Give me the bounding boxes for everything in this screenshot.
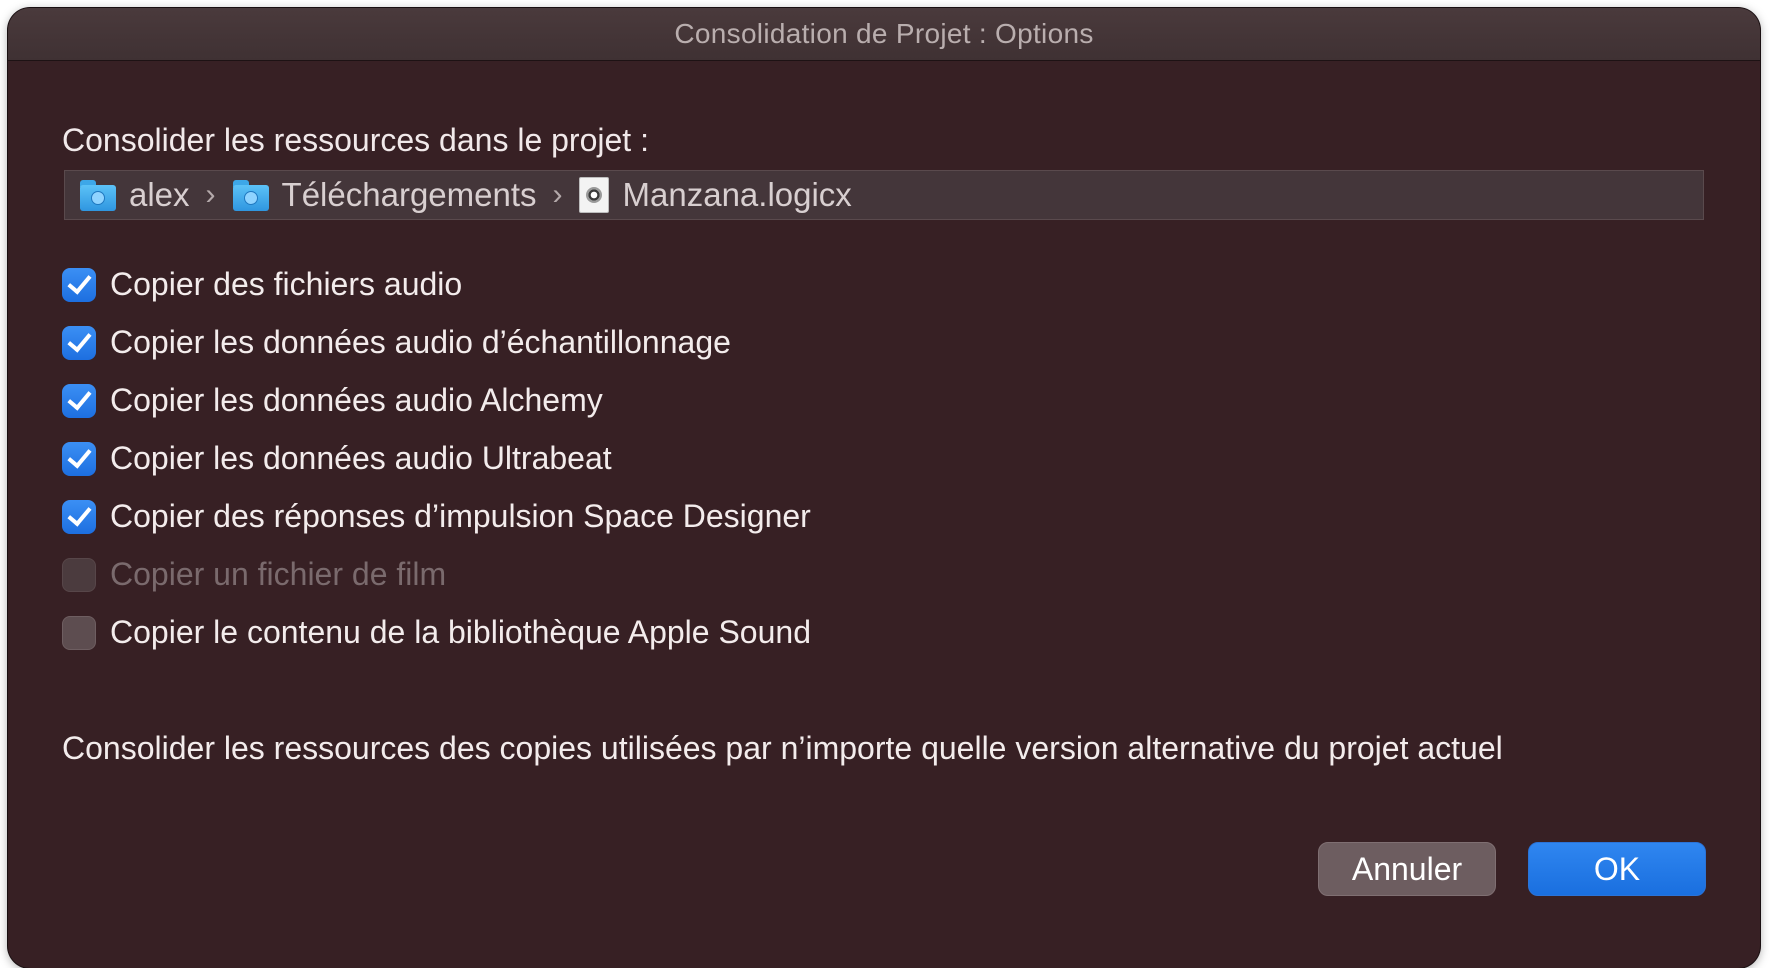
ok-button[interactable]: OK (1528, 842, 1706, 896)
checkbox-copy-alchemy-audio[interactable] (62, 383, 96, 418)
consolidation-dialog: Consolidation de Projet : Options Consol… (8, 8, 1760, 968)
option-label: Copier des réponses d’impulsion Space De… (110, 498, 811, 534)
destination-label: Consolider les ressources dans le projet… (62, 122, 649, 158)
checkbox-copy-audio-files[interactable] (62, 267, 96, 302)
path-item-label: Téléchargements (281, 176, 537, 213)
option-label: Copier un fichier de film (110, 556, 447, 592)
option-label: Copier le contenu de la bibliothèque App… (110, 614, 811, 650)
option-label: Copier les données audio d’échantillonna… (110, 324, 731, 360)
option-copy-movie-file: Copier un fichier de film (62, 556, 446, 593)
chevron-right-icon: › (552, 178, 563, 211)
path-item-label: Manzana.logicx (622, 176, 852, 213)
option-copy-alchemy-audio[interactable]: Copier les données audio Alchemy (62, 382, 603, 419)
alternatives-note: Consolider les ressources des copies uti… (62, 730, 1503, 766)
home-folder-icon (79, 179, 117, 211)
checkbox-copy-apple-sound-library[interactable] (62, 615, 96, 650)
checkbox-copy-sampler-audio[interactable] (62, 325, 96, 360)
downloads-folder-icon (232, 179, 270, 211)
option-copy-sampler-audio[interactable]: Copier les données audio d’échantillonna… (62, 324, 731, 361)
option-label: Copier les données audio Alchemy (110, 382, 603, 418)
chevron-right-icon: › (205, 178, 216, 211)
logic-project-file-icon (578, 177, 609, 213)
path-item-label: alex (129, 176, 190, 213)
option-copy-apple-sound-library[interactable]: Copier le contenu de la bibliothèque App… (62, 614, 811, 651)
checkbox-copy-movie-file (62, 557, 96, 592)
option-copy-ultrabeat-audio[interactable]: Copier les données audio Ultrabeat (62, 440, 612, 477)
checkbox-copy-ultrabeat-audio[interactable] (62, 441, 96, 476)
cancel-button[interactable]: Annuler (1318, 842, 1496, 896)
option-copy-space-designer-ir[interactable]: Copier des réponses d’impulsion Space De… (62, 498, 811, 535)
path-item-project-file[interactable]: Manzana.logicx (578, 176, 852, 214)
window-title: Consolidation de Projet : Options (674, 18, 1094, 49)
path-item-downloads[interactable]: Téléchargements (232, 176, 537, 214)
checkbox-copy-space-designer-ir[interactable] (62, 499, 96, 534)
option-label: Copier des fichiers audio (110, 266, 463, 302)
path-item-home[interactable]: alex (79, 176, 190, 214)
path-control[interactable]: alex › Téléchargements › Manzana.logicx (64, 170, 1704, 220)
title-bar[interactable]: Consolidation de Projet : Options (8, 8, 1760, 61)
option-label: Copier les données audio Ultrabeat (110, 440, 612, 476)
option-copy-audio-files[interactable]: Copier des fichiers audio (62, 266, 462, 303)
